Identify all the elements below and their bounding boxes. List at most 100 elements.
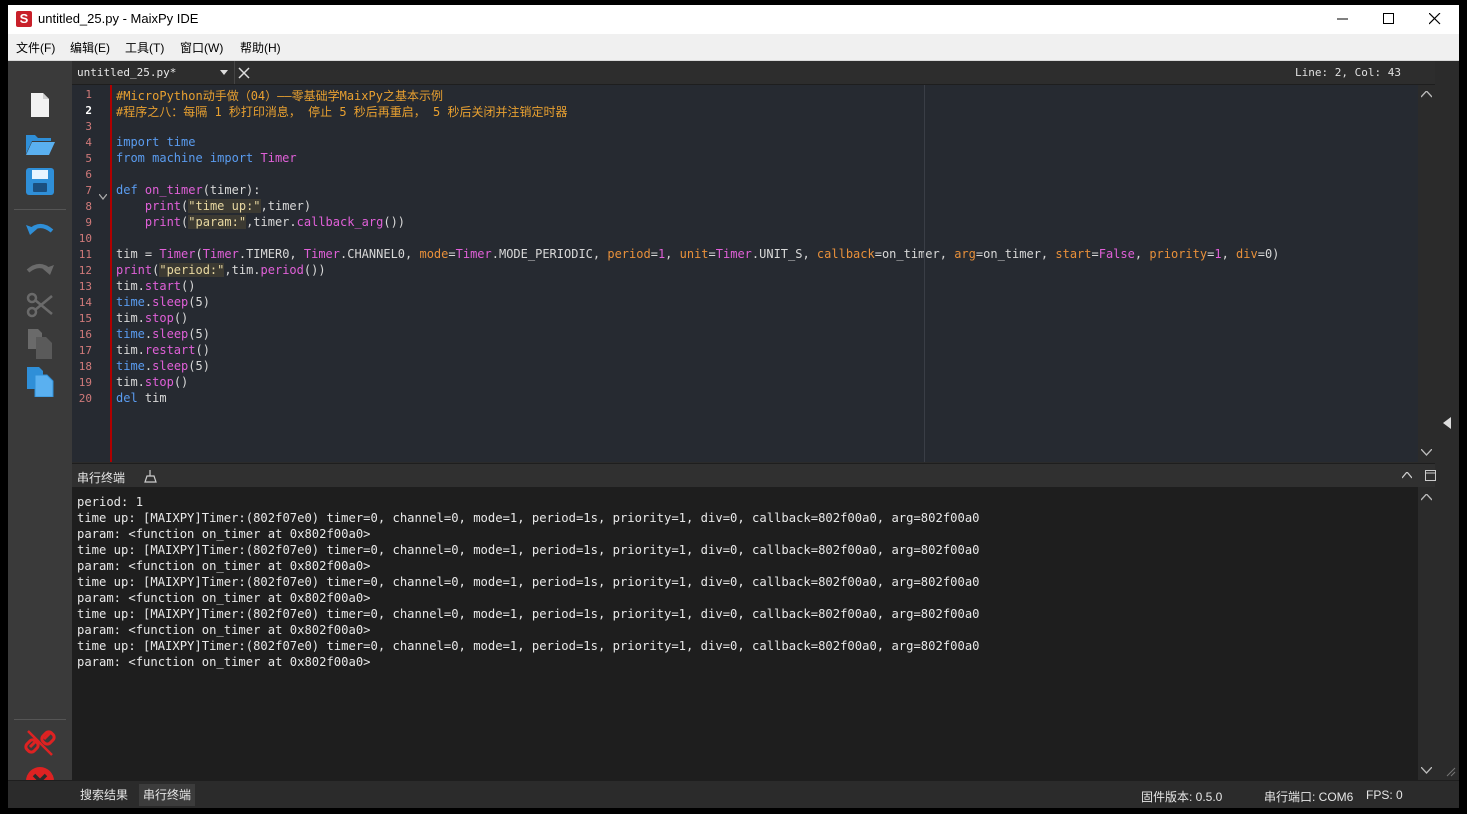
line-number: 18 <box>78 360 92 373</box>
fold-chevron-icon[interactable] <box>99 194 107 200</box>
code-token: print <box>116 215 182 229</box>
code-token: mode <box>419 247 449 261</box>
menu-help[interactable]: 帮助(H) <box>240 39 281 56</box>
code-area[interactable]: #MicroPython动手做（04）——零基础学MaixPy之基本示例 #程序之… <box>116 85 1418 462</box>
menu-file[interactable]: 文件(F) <box>16 39 55 56</box>
line-number: 1 <box>85 88 92 101</box>
redo-icon <box>26 264 54 275</box>
tab-search-results[interactable]: 搜索结果 <box>76 784 132 806</box>
title-bar: S untitled_25.py - MaixPy IDE <box>8 5 1459 34</box>
copy-button[interactable] <box>22 327 58 359</box>
terminal-line: param: <function on_timer at 0x802f00a0> <box>77 591 371 605</box>
line-number: 6 <box>85 168 92 181</box>
chevron-up-icon[interactable] <box>1402 472 1412 479</box>
code-line: del tim <box>116 391 167 407</box>
file-tab-label: untitled_25.py* <box>77 66 177 79</box>
code-token: sleep <box>152 295 189 309</box>
code-token: start <box>144 279 182 293</box>
code-line: print("time up:",timer) <box>116 199 311 215</box>
terminal-line: time up: [MAIXPY]Timer:(802f07e0) timer=… <box>77 511 980 525</box>
save-file-button[interactable] <box>22 165 58 197</box>
code-token: arg <box>954 247 976 261</box>
new-file-icon <box>31 93 49 117</box>
editor-tab-bar: untitled_25.py* Line: 2, Col: 43 <box>72 61 1435 85</box>
minimize-button[interactable] <box>1320 5 1366 34</box>
terminal-line: time up: [MAIXPY]Timer:(802f07e0) timer=… <box>77 639 980 653</box>
maximize-button[interactable] <box>1366 5 1412 34</box>
serial-terminal-header: 串行终端 <box>72 463 1436 488</box>
cut-button[interactable] <box>22 289 58 321</box>
code-line: time.sleep(5) <box>116 359 210 375</box>
connect-button[interactable] <box>22 727 58 759</box>
code-token: , <box>1134 247 1150 261</box>
line-number: 4 <box>85 136 92 149</box>
code-line: #程序之八：每隔 1 秒打印消息， 停止 5 秒后再重启， 5 秒后关闭并注销定… <box>116 103 567 119</box>
code-token: ()) <box>383 215 406 229</box>
serial-terminal-title: 串行终端 <box>77 471 126 485</box>
code-token: start <box>1055 247 1092 261</box>
code-token: "period:" <box>159 263 225 277</box>
line-number: 3 <box>85 120 92 133</box>
toolbar-separator <box>14 209 66 210</box>
maximize-icon <box>1383 13 1394 24</box>
code-token: period <box>260 263 304 277</box>
code-token: time <box>116 359 145 373</box>
toolbar-separator <box>14 719 66 720</box>
code-token: print <box>116 263 153 277</box>
code-token: =on_timer, <box>975 247 1056 261</box>
code-token: (timer): <box>202 183 261 197</box>
code-token: restart <box>144 343 196 357</box>
code-token: =0) <box>1257 247 1280 261</box>
code-token: .MODE_PERIODIC, <box>491 247 608 261</box>
chevron-down-icon[interactable] <box>220 70 228 76</box>
code-token: Timer <box>159 247 196 261</box>
new-file-button[interactable] <box>22 89 58 121</box>
line-number: 11 <box>78 248 92 261</box>
menu-window[interactable]: 窗口(W) <box>180 39 223 56</box>
code-token: tim <box>144 391 167 405</box>
code-token: "param:" <box>188 215 247 229</box>
code-token: print <box>116 199 182 213</box>
line-number: 17 <box>78 344 92 357</box>
code-token: (5) <box>188 327 210 341</box>
menu-tools[interactable]: 工具(T) <box>125 39 164 56</box>
close-window-button[interactable] <box>1412 5 1458 34</box>
line-number: 7 <box>85 184 92 197</box>
scroll-up-icon[interactable] <box>1421 494 1432 501</box>
clear-terminal-icon[interactable] <box>144 469 160 483</box>
paste-button[interactable] <box>22 365 58 398</box>
tab-serial-terminal[interactable]: 串行终端 <box>139 784 196 806</box>
code-token: import <box>209 151 261 165</box>
serial-terminal-output[interactable]: period: 1 time up: [MAIXPY]Timer:(802f07e… <box>72 487 1418 780</box>
code-token: period <box>607 247 651 261</box>
code-token: 1 <box>1214 247 1222 261</box>
scroll-up-icon[interactable] <box>1421 91 1432 98</box>
code-token: ()) <box>303 263 326 277</box>
menu-edit[interactable]: 编辑(E) <box>70 39 110 56</box>
code-token: tim. <box>116 343 145 357</box>
collapse-left-icon[interactable] <box>1443 417 1451 429</box>
terminal-line: param: <function on_timer at 0x802f00a0> <box>77 527 371 541</box>
window-title: untitled_25.py - MaixPy IDE <box>38 11 199 26</box>
close-tab-icon[interactable] <box>238 67 250 79</box>
file-tab[interactable]: untitled_25.py* <box>72 61 235 84</box>
redo-button[interactable] <box>22 253 58 285</box>
scroll-down-icon[interactable] <box>1421 767 1432 774</box>
code-token: False <box>1098 247 1135 261</box>
code-token: div <box>1236 247 1258 261</box>
code-token: Timer <box>455 247 492 261</box>
undo-button[interactable] <box>22 217 58 249</box>
code-line: tim.start() <box>116 279 195 295</box>
code-token: Timer <box>715 247 752 261</box>
serial-port: 串行端口: COM6 <box>1264 790 1354 804</box>
code-token: unit <box>679 247 709 261</box>
code-token: #程序之八：每隔 1 秒打印消息， 停止 5 秒后再重启， 5 秒后关闭并注销定… <box>116 105 568 119</box>
open-file-button[interactable] <box>22 127 58 159</box>
terminal-scrollbar[interactable] <box>1418 487 1435 780</box>
line-number: 10 <box>78 232 92 245</box>
panel-maximize-icon[interactable] <box>1425 470 1436 481</box>
code-token: ,timer. <box>246 215 297 229</box>
editor-scrollbar[interactable] <box>1418 85 1435 462</box>
scroll-down-icon[interactable] <box>1421 449 1432 456</box>
code-token: = <box>448 247 456 261</box>
